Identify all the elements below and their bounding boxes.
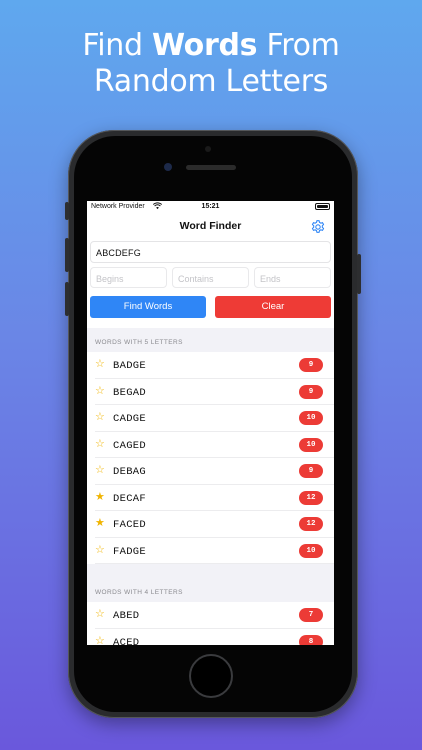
list-item[interactable]: ☆ BEGAD 9 <box>87 378 334 405</box>
word-label: FADGE <box>113 545 147 558</box>
gear-icon[interactable] <box>310 219 326 235</box>
navigation-bar: Word Finder <box>87 213 334 240</box>
word-label: ACED <box>113 636 140 646</box>
contains-field[interactable]: Contains <box>172 267 249 288</box>
score-badge: 9 <box>299 464 323 478</box>
headline-line-1: Find Words From <box>82 28 340 63</box>
score-badge: 12 <box>299 490 323 505</box>
list-item[interactable]: ☆ BADGE 9 <box>87 352 334 379</box>
volume-down-button <box>65 282 69 316</box>
results-list: WORDS WITH 5 LETTERS ☆ BADGE 9 ☆ BEGAD 9… <box>87 328 334 645</box>
list-item[interactable]: ☆ CADGE 10 <box>87 405 334 432</box>
letters-input[interactable]: ABCDEFG <box>90 241 331 263</box>
star-outline-icon[interactable]: ☆ <box>95 438 105 451</box>
begins-field[interactable]: Begins <box>90 267 167 288</box>
word-label: BEGAD <box>113 386 147 399</box>
score-badge: 10 <box>299 437 323 452</box>
find-words-button[interactable]: Find Words <box>90 296 206 318</box>
score-badge: 12 <box>299 517 323 531</box>
power-button <box>357 254 361 294</box>
word-label: ABED <box>113 610 140 622</box>
word-label: DEBAG <box>113 466 147 478</box>
headline-bold-word: Words <box>151 28 258 63</box>
app-screen: Network Provider 15:21 Word Finder ABCDE… <box>87 201 334 645</box>
home-button[interactable] <box>189 654 233 698</box>
list-item[interactable]: ☆ FADGE 10 <box>87 537 334 564</box>
section-header-4-letters: WORDS WITH 4 LETTERS <box>87 578 334 602</box>
score-badge: 10 <box>299 411 323 425</box>
list-item[interactable]: ★ DECAF 12 <box>87 484 334 511</box>
star-outline-icon[interactable]: ☆ <box>95 635 105 646</box>
earpiece-speaker <box>186 165 236 170</box>
list-item[interactable]: ☆ DEBAG 9 <box>87 458 334 485</box>
star-outline-icon[interactable]: ☆ <box>95 464 105 477</box>
proximity-sensor <box>205 146 211 152</box>
battery-icon <box>315 203 330 210</box>
list-item[interactable]: ☆ CAGED 10 <box>87 431 334 458</box>
word-label: DECAF <box>113 492 147 505</box>
headline-line-2: Random Letters <box>93 64 329 99</box>
star-outline-icon[interactable]: ☆ <box>95 385 105 398</box>
word-label: CADGE <box>113 413 147 425</box>
clear-button[interactable]: Clear <box>215 296 331 318</box>
list-item[interactable]: ★ FACED 12 <box>87 511 334 538</box>
star-filled-icon[interactable]: ★ <box>95 491 105 504</box>
headline: Find Words From Random Letters <box>0 28 422 100</box>
word-label: FACED <box>113 519 147 531</box>
star-outline-icon[interactable]: ☆ <box>95 544 105 557</box>
front-camera <box>164 163 172 171</box>
star-outline-icon[interactable]: ☆ <box>95 411 105 424</box>
volume-up-button <box>65 238 69 272</box>
list-item[interactable]: ☆ ABED 7 <box>87 602 334 629</box>
score-badge: 9 <box>299 384 323 399</box>
status-bar: Network Provider 15:21 <box>87 201 334 213</box>
score-badge: 7 <box>299 608 323 622</box>
ends-field[interactable]: Ends <box>254 267 331 288</box>
list-item[interactable]: ☆ ACED 8 <box>87 628 334 646</box>
word-label: CAGED <box>113 439 147 452</box>
star-outline-icon[interactable]: ☆ <box>95 608 105 621</box>
page-title: Word Finder <box>179 220 242 232</box>
star-outline-icon[interactable]: ☆ <box>95 358 105 371</box>
section-spacer <box>87 564 334 578</box>
score-badge: 8 <box>299 634 323 645</box>
status-time: 15:21 <box>201 203 220 210</box>
word-label: BADGE <box>113 360 147 372</box>
score-badge: 10 <box>299 543 323 558</box>
section-header-5-letters: WORDS WITH 5 LETTERS <box>87 328 334 352</box>
star-filled-icon[interactable]: ★ <box>95 517 105 530</box>
silent-switch <box>65 202 69 220</box>
score-badge: 9 <box>299 358 323 372</box>
